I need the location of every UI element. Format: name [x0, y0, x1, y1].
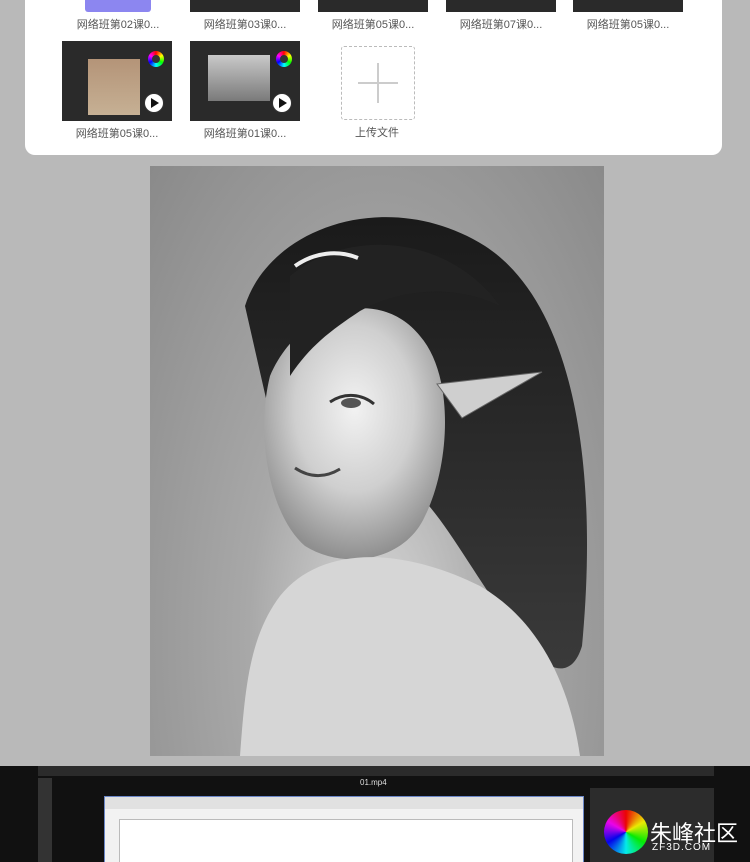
thumb-caption: 网络班第02课0...	[76, 19, 160, 31]
portrait-illustration	[240, 217, 588, 756]
video-gallery-card: 网络班第02课0... 网络班第03课0... 网络班第05课0... 网络班第…	[25, 0, 722, 155]
video-thumb[interactable]: 网络班第05课0...	[318, 0, 428, 32]
plus-icon	[377, 63, 379, 103]
thumb-image	[85, 0, 151, 12]
thumb-caption: 网络班第05课0...	[75, 128, 159, 140]
upload-file-button[interactable]	[341, 46, 415, 120]
thumb-image	[190, 41, 300, 121]
thumb-artwork	[208, 55, 270, 101]
tool-panel	[38, 778, 52, 862]
thumb-caption: 网络班第03课0...	[203, 19, 287, 31]
thumb-caption: 网络班第01课0...	[203, 128, 287, 140]
thumb-artwork	[88, 59, 140, 115]
video-thumb[interactable]: 网络班第02课0...	[63, 0, 173, 32]
video-thumb[interactable]: 网络班第03课0...	[190, 0, 300, 32]
embedded-window-toolbar	[105, 797, 583, 809]
window-title: 01.mp4	[360, 778, 387, 787]
thumb-caption: 网络班第07课0...	[459, 19, 543, 31]
video-thumb[interactable]: 网络班第05课0...	[573, 0, 683, 32]
thumb-caption: 网络班第05课0...	[331, 19, 415, 31]
app-menubar	[38, 766, 714, 776]
play-icon[interactable]	[272, 93, 292, 113]
thumb-image	[573, 0, 683, 12]
thumb-caption: 网络班第05课0...	[586, 19, 670, 31]
video-thumb[interactable]: 网络班第07课0...	[446, 0, 556, 32]
thumb-image	[446, 0, 556, 12]
thumb-image	[318, 0, 428, 12]
watermark-logo-icon	[604, 810, 648, 854]
video-thumb[interactable]: 网络班第05课0...	[62, 41, 172, 141]
embedded-window	[104, 796, 584, 862]
embedded-window-content	[119, 819, 573, 862]
watermark-site: ZF3D.COM	[652, 842, 712, 853]
color-wheel-icon	[148, 51, 164, 67]
elf-portrait-artwork	[150, 166, 604, 756]
upload-file-label: 上传文件	[355, 127, 399, 139]
video-thumb[interactable]: 网络班第01课0...	[190, 41, 300, 141]
thumb-image	[190, 0, 300, 12]
color-wheel-icon	[276, 51, 292, 67]
software-screenshot-strip: 01.mp4 朱峰社区 ZF3D.COM	[0, 766, 750, 862]
thumb-image	[62, 41, 172, 121]
play-icon[interactable]	[144, 93, 164, 113]
